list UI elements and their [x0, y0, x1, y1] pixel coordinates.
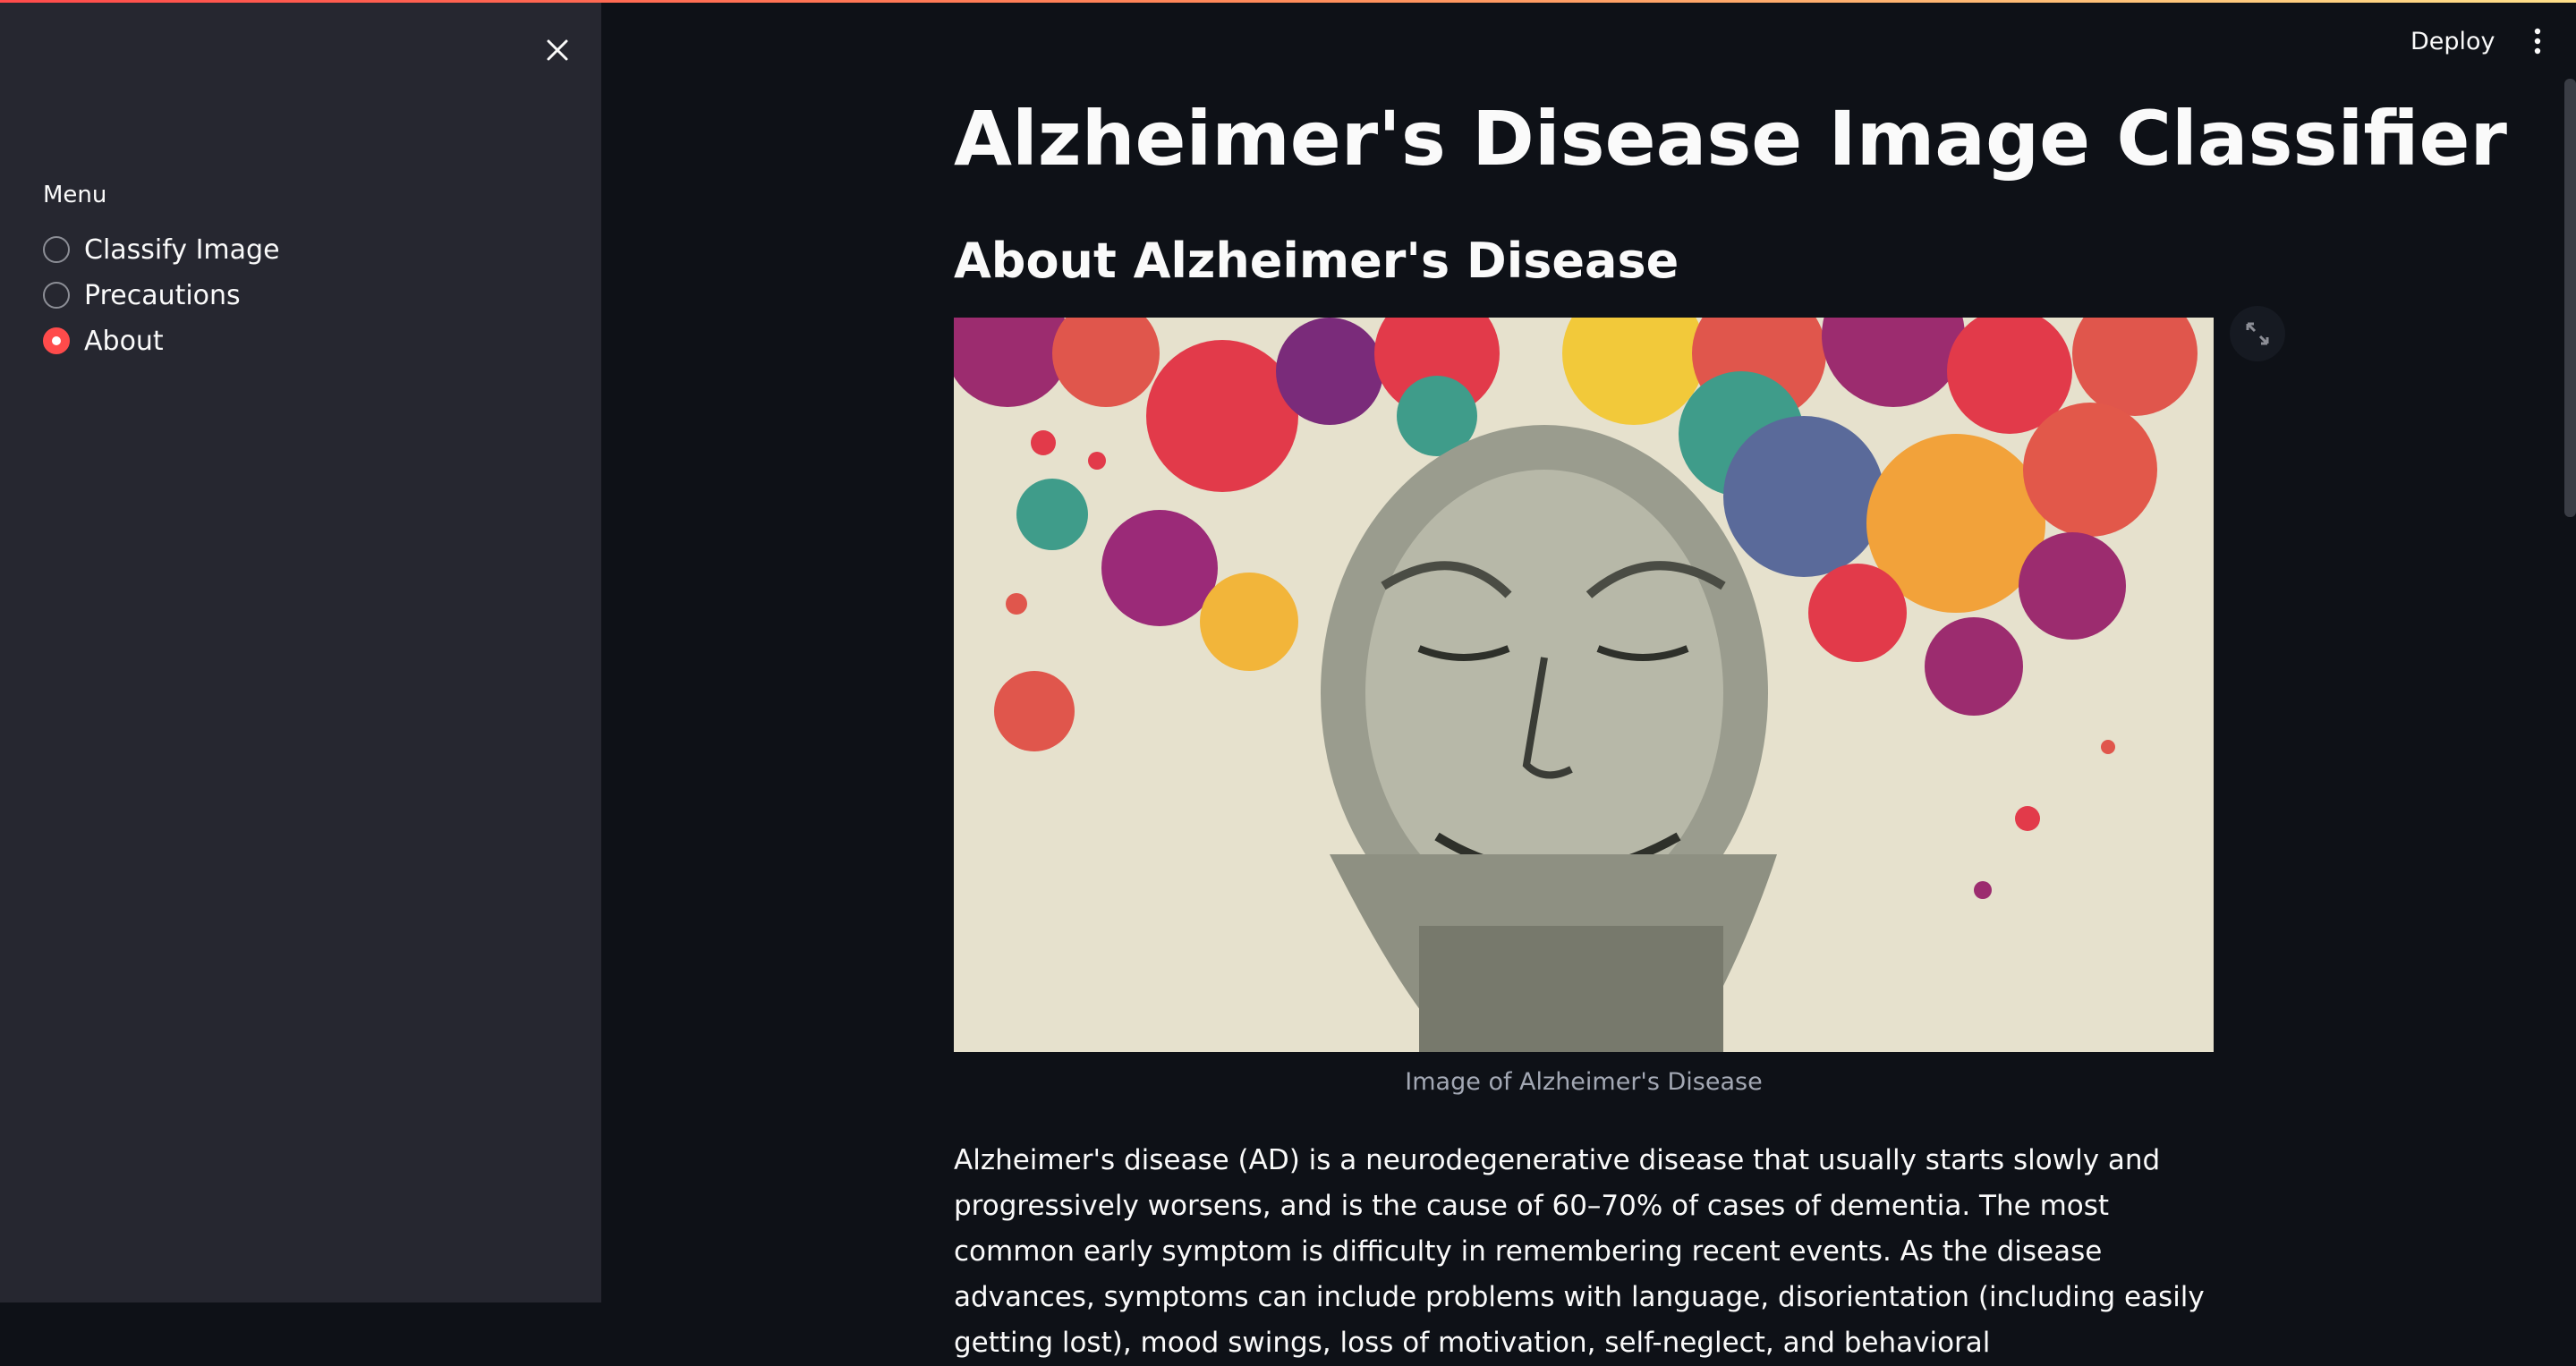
radio-label[interactable]: About — [84, 326, 164, 357]
menu-label: Menu — [43, 182, 107, 208]
page-scrollbar[interactable] — [2564, 79, 2576, 517]
radio-button-icon[interactable] — [43, 282, 70, 309]
radio-button-icon[interactable] — [43, 236, 70, 263]
fullscreen-icon — [2246, 322, 2269, 345]
radio-button-selected-icon[interactable] — [43, 327, 70, 354]
radio-option-classify-image[interactable]: Classify Image — [43, 232, 280, 267]
radio-label[interactable]: Classify Image — [84, 234, 280, 266]
alzheimers-illustration-image — [954, 318, 2214, 1052]
deploy-button[interactable]: Deploy — [2398, 20, 2508, 63]
vertical-dots-icon — [2534, 28, 2541, 55]
image-caption: Image of Alzheimer's Disease — [1405, 1068, 1763, 1096]
main-menu-button[interactable] — [2518, 20, 2557, 63]
radio-label[interactable]: Precautions — [84, 280, 241, 311]
section-heading: About Alzheimer's Disease — [954, 233, 1679, 289]
radio-option-precautions[interactable]: Precautions — [43, 277, 241, 313]
illustration-artwork — [954, 318, 2214, 1052]
close-icon — [547, 39, 568, 61]
sidebar-close-button[interactable] — [537, 30, 578, 71]
sidebar: Menu Classify Image Precautions About — [0, 3, 601, 1302]
fullscreen-button[interactable] — [2230, 306, 2285, 361]
about-description: Alzheimer's disease (AD) is a neurodegen… — [954, 1144, 2205, 1359]
radio-option-about[interactable]: About — [43, 323, 164, 359]
page-title: Alzheimer's Disease Image Classifier — [954, 95, 2507, 182]
